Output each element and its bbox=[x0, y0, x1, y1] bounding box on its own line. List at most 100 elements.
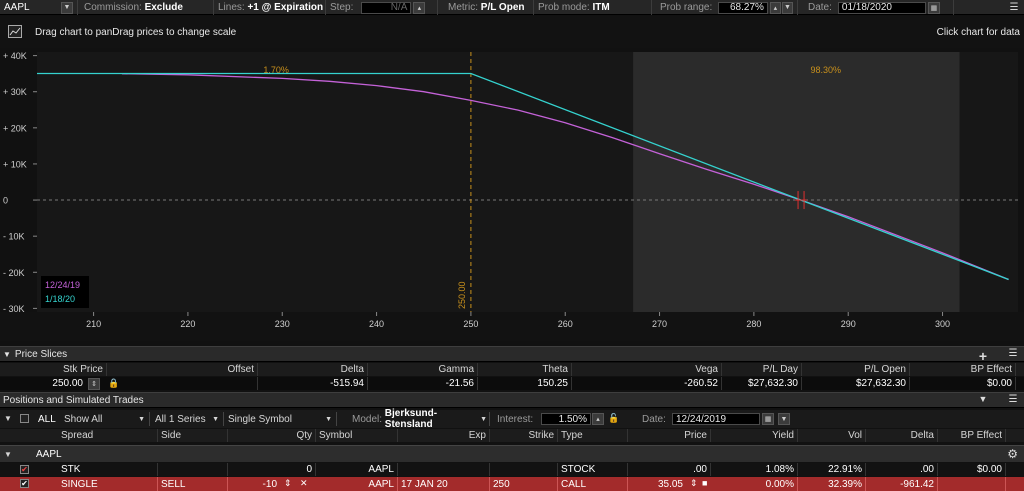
price-slices-header: Stk Price Offset Delta Gamma Theta Vega … bbox=[0, 363, 1024, 376]
row-side[interactable]: SELL bbox=[158, 477, 228, 491]
metric-label: Metric: bbox=[448, 2, 478, 13]
row-type[interactable]: CALL bbox=[558, 477, 628, 491]
price-stepper-icon[interactable]: ⇕ bbox=[690, 478, 698, 489]
chevron-down-icon[interactable]: ▼ bbox=[781, 1, 793, 14]
interest-input[interactable]: 1.50% bbox=[541, 413, 591, 425]
stk-price-value[interactable]: 250.00 bbox=[0, 377, 86, 390]
series-filter[interactable]: All 1 Series ▼ bbox=[152, 412, 224, 426]
x-tick-label: 210 bbox=[86, 319, 101, 329]
probrange-input[interactable]: 68.27% bbox=[718, 1, 768, 14]
col-pl-day: P/L Day bbox=[722, 363, 802, 376]
row-bp: $0.00 bbox=[938, 463, 1006, 476]
probmode-selector[interactable]: Prob mode: ITM bbox=[534, 0, 652, 15]
chevron-down-icon[interactable]: ▼ bbox=[778, 413, 790, 425]
gear-icon[interactable]: ⚙ bbox=[1007, 447, 1018, 461]
model-selector[interactable]: Model: Bjerksund-Stensland ▼ bbox=[342, 408, 490, 430]
model-value: Bjerksund-Stensland bbox=[384, 408, 438, 430]
lines-selector[interactable]: Lines: +1 @ Expiration bbox=[214, 0, 326, 15]
legend-label: 1/18/20 bbox=[45, 294, 75, 304]
symbol-selector[interactable]: AAPL ▼ bbox=[0, 0, 78, 15]
x-tick-label: 240 bbox=[369, 319, 384, 329]
menu-icon[interactable]: ☰ bbox=[1006, 348, 1020, 359]
probrange-label: Prob range: bbox=[660, 2, 713, 13]
toolbar-menu-icon[interactable]: ☰ bbox=[1004, 0, 1024, 15]
expand-icon[interactable]: ▼ bbox=[4, 414, 12, 423]
pl-chart[interactable]: + 40K + 30K + 20K + 10K 0 - 10K - 20K - 30K 210 2… bbox=[0, 50, 1024, 341]
group-row-aapl[interactable]: ▼ AAPL ⚙ bbox=[0, 445, 1024, 462]
symbol-filter[interactable]: Single Symbol ▼ bbox=[225, 412, 337, 426]
col-pos-bp: BP Effect bbox=[938, 429, 1006, 442]
menu-icon[interactable]: ☰ bbox=[1006, 394, 1020, 405]
stepper-icon[interactable]: ⇕ bbox=[88, 378, 100, 390]
row-vol: 32.39% bbox=[798, 477, 866, 491]
row-checkbox[interactable]: ✔ bbox=[20, 479, 29, 488]
row-strike[interactable]: 250 bbox=[490, 477, 558, 491]
interest-label: Interest: bbox=[497, 414, 534, 425]
chevron-down-icon[interactable]: ▼ bbox=[61, 1, 73, 14]
step-label: Step: bbox=[330, 2, 354, 13]
date-input[interactable]: 01/18/2020 bbox=[837, 1, 926, 14]
lock-icon[interactable]: ■ bbox=[702, 478, 707, 488]
positions-header: Spread Side Qty Symbol Exp Strike Type P… bbox=[0, 429, 1024, 442]
model-label: Model: bbox=[352, 413, 383, 425]
positions-date-input[interactable]: 12/24/2019 bbox=[672, 413, 760, 425]
y-tick-label: + 20K bbox=[3, 123, 27, 133]
calendar-icon[interactable]: ▦ bbox=[927, 1, 940, 14]
row-qty[interactable]: -10 bbox=[228, 477, 280, 491]
close-icon[interactable]: ✕ bbox=[300, 478, 308, 489]
col-pos-delta: Delta bbox=[866, 429, 938, 442]
unlock-icon[interactable]: 🔓 bbox=[608, 413, 619, 424]
row-price[interactable]: 35.05 bbox=[628, 477, 686, 491]
y-tick-label: + 10K bbox=[3, 159, 27, 169]
probrange-spinner-icon[interactable]: ▴ bbox=[769, 1, 781, 14]
col-side: Side bbox=[158, 429, 228, 442]
calendar-icon[interactable]: ▦ bbox=[762, 413, 774, 425]
y-tick-label: + 40K bbox=[3, 51, 27, 61]
row-delta: -961.42 bbox=[866, 477, 938, 491]
collapse-icon[interactable]: ▼ bbox=[3, 350, 11, 359]
x-tick-label: 220 bbox=[180, 319, 195, 329]
qty-stepper-icon[interactable]: ⇕ bbox=[284, 478, 292, 489]
col-spread: Spread bbox=[58, 429, 158, 442]
y-tick-label: - 20K bbox=[3, 268, 25, 278]
position-row[interactable]: ✔ SINGLE SELL -10 ⇕ ✕ AAPL 17 JAN 20 250… bbox=[0, 477, 1024, 491]
strike-label: 250.00 bbox=[457, 281, 467, 309]
x-tick-label: 300 bbox=[935, 319, 950, 329]
collapse-all-icon[interactable]: ▼ bbox=[976, 394, 990, 404]
x-axis-background bbox=[0, 312, 1024, 341]
interest-spinner-icon[interactable]: ▴ bbox=[592, 413, 604, 425]
step-input[interactable]: N/A bbox=[361, 1, 412, 14]
row-exp[interactable]: 17 JAN 20 bbox=[398, 477, 490, 491]
row-yield: 1.08% bbox=[711, 463, 798, 476]
x-tick-label: 270 bbox=[652, 319, 667, 329]
show-filter[interactable]: Show All ▼ bbox=[60, 412, 150, 426]
row-checkbox[interactable]: ✔ bbox=[20, 465, 29, 474]
row-qty[interactable]: 0 bbox=[228, 463, 316, 476]
row-yield: 0.00% bbox=[711, 477, 798, 491]
positions-title: Positions and Simulated Trades bbox=[3, 394, 144, 406]
col-yield: Yield bbox=[711, 429, 798, 442]
x-tick-label: 280 bbox=[746, 319, 761, 329]
probmode-label: Prob mode: bbox=[538, 2, 590, 13]
probmode-value: ITM bbox=[592, 2, 610, 13]
commission-selector[interactable]: Commission: Exclude bbox=[80, 0, 214, 15]
expand-icon[interactable]: ▼ bbox=[4, 450, 12, 459]
add-icon[interactable]: + bbox=[976, 348, 990, 364]
symbol-value: AAPL bbox=[4, 2, 30, 13]
chevron-down-icon: ▼ bbox=[325, 415, 332, 423]
metric-selector[interactable]: Metric: P/L Open bbox=[444, 0, 534, 15]
step-spinner-icon[interactable]: ▴ bbox=[413, 1, 426, 14]
row-strike bbox=[490, 463, 558, 476]
position-row[interactable]: ✔ STK 0 AAPL STOCK .00 1.08% 22.91% .00 … bbox=[0, 463, 1024, 476]
lines-value: +1 @ Expiration bbox=[247, 2, 324, 13]
row-spread: SINGLE bbox=[58, 477, 158, 491]
all-label: ALL bbox=[38, 414, 56, 425]
y-tick-label: - 30K bbox=[3, 304, 25, 314]
x-tick-label: 230 bbox=[275, 319, 290, 329]
commission-value: Exclude bbox=[144, 2, 183, 13]
select-all-checkbox[interactable] bbox=[20, 414, 29, 423]
date-label: Date: bbox=[808, 2, 832, 13]
row-symbol: AAPL bbox=[316, 463, 398, 476]
chart-icon[interactable] bbox=[8, 25, 22, 38]
price-slices-bar: ▼ Price Slices + ☰ bbox=[0, 346, 1024, 364]
